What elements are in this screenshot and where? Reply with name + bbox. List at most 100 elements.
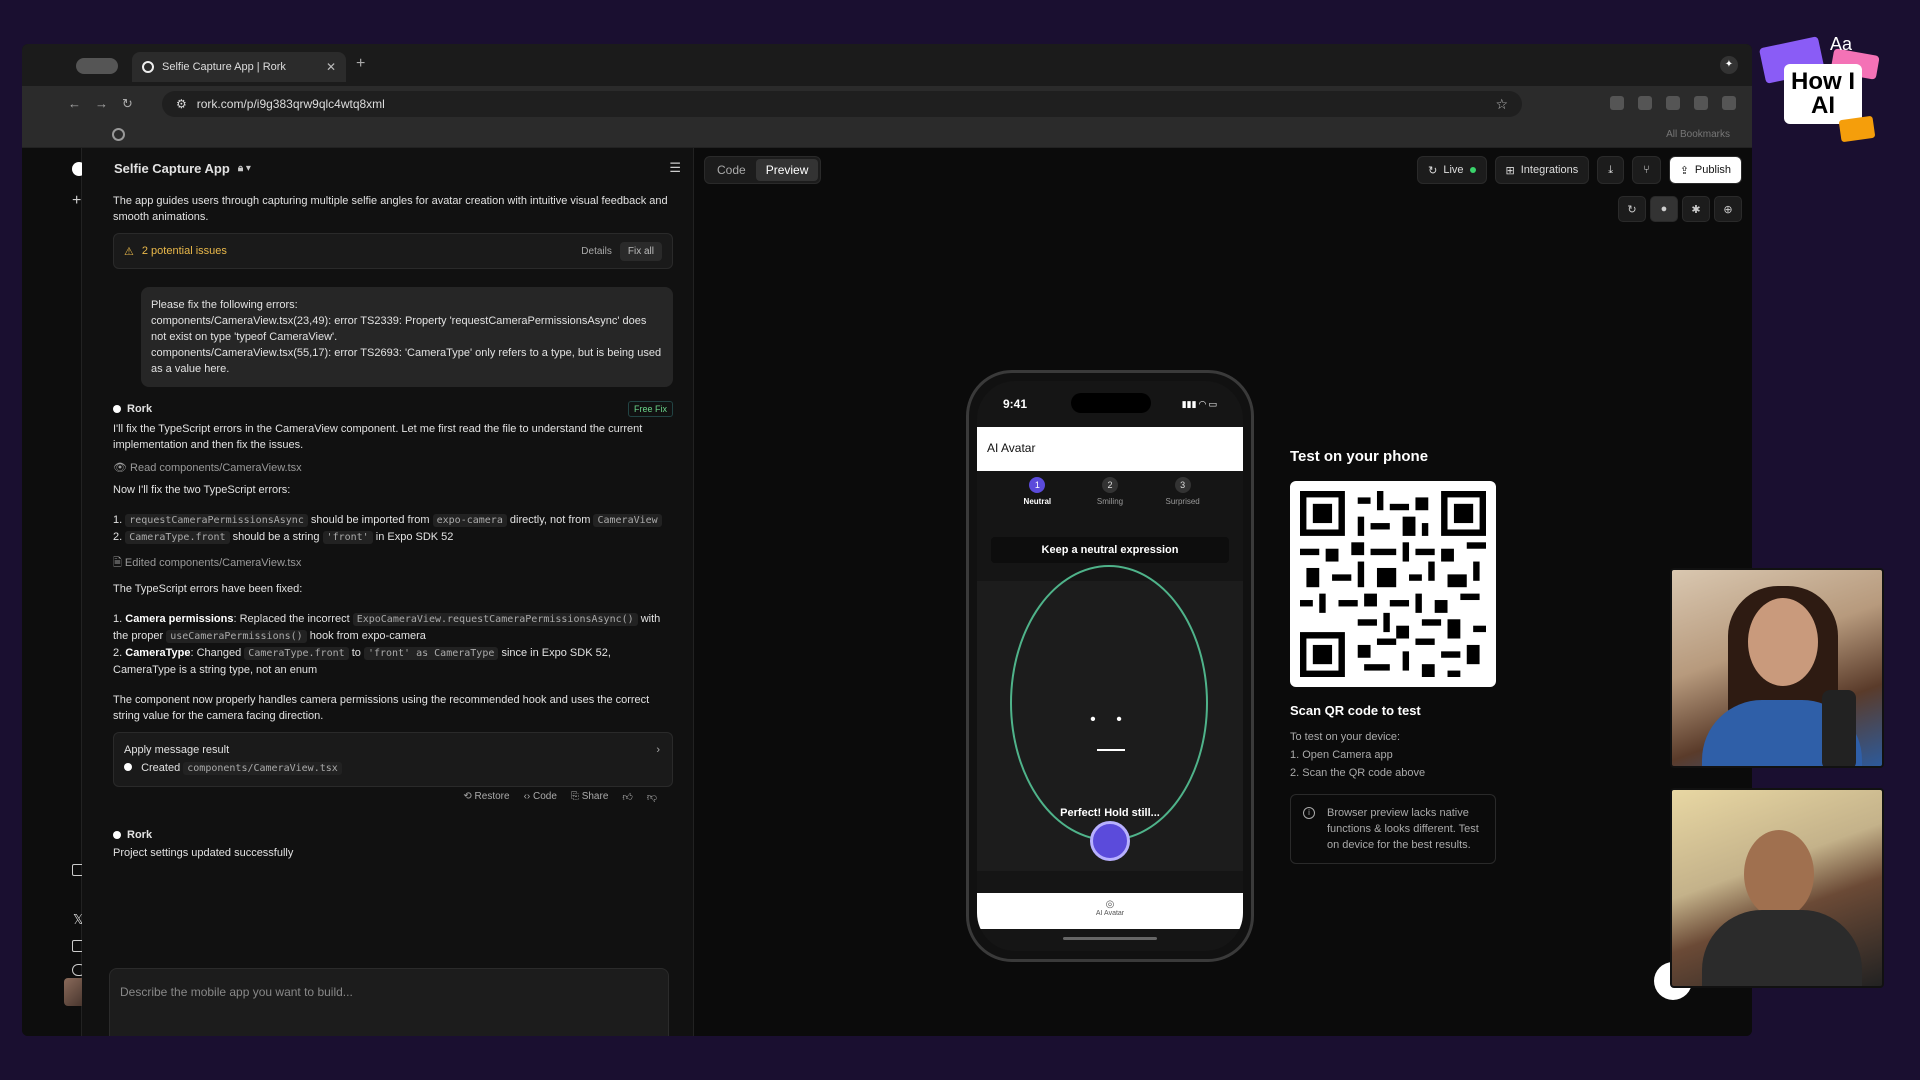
forward-icon[interactable]: → <box>95 96 108 112</box>
left-rail: + 𝕏 <box>22 148 92 1036</box>
free-fix-badge: Free Fix <box>627 401 673 417</box>
close-tab-icon[interactable]: ✕ <box>326 60 336 74</box>
image-attach-icon[interactable]: ▣ <box>122 1034 133 1036</box>
refresh-icon[interactable]: ↻ <box>1618 196 1646 222</box>
tab-title: Selfie Capture App | Rork <box>162 61 286 73</box>
extension-icon[interactable] <box>1638 96 1652 110</box>
new-tab-icon[interactable]: + <box>356 55 365 73</box>
qr-panel: Test on your phone Scan QR code to test … <box>1290 448 1510 864</box>
browser-preview-note: i Browser preview lacks native functions… <box>1290 794 1496 864</box>
step-label: Smiling <box>1096 497 1124 506</box>
chart-card-decoration <box>1838 115 1876 143</box>
browser-window: Selfie Capture App | Rork ✕ + ✦ ← → ↻ ⚙ … <box>22 44 1752 1036</box>
issues-bar[interactable]: ⚠ 2 potential issues Details Fix all <box>113 233 673 269</box>
assistant-label: Rork <box>127 403 153 415</box>
details-button[interactable]: Details <box>581 246 612 257</box>
guest-face <box>1744 830 1814 918</box>
inline-code: CameraType.front <box>125 531 230 544</box>
more-menu-icon[interactable] <box>1722 96 1736 110</box>
phone-mockup: 9:41 ▮▮▮ ◠ ▭ AI Avatar 1 Neutral 2 Smili… <box>966 370 1254 962</box>
qr-code <box>1290 481 1496 687</box>
integrations-button[interactable]: ⊞ Integrations <box>1494 156 1590 184</box>
new-project-icon[interactable]: + <box>72 192 81 210</box>
fix-two-text: Now I'll fix the two TypeScript errors: <box>113 484 291 496</box>
branch-button[interactable]: ⑂ <box>1632 156 1661 184</box>
live-button[interactable]: ↻ Live <box>1417 156 1487 184</box>
phone-time: 9:41 <box>1003 397 1028 411</box>
browser-tab[interactable]: Selfie Capture App | Rork ✕ <box>132 52 346 82</box>
prompt-input[interactable]: Describe the mobile app you want to buil… <box>109 968 669 1036</box>
android-icon[interactable]: ✱ <box>1682 196 1710 222</box>
publish-button[interactable]: ⇪ Publish <box>1668 156 1742 184</box>
created-file: components/CameraView.tsx <box>183 762 342 775</box>
url-text: rork.com/p/i9g383qrw9qlc4wtq8xml <box>196 97 385 111</box>
chat-panel: Selfie Capture App 🔒︎ ▾ ☰ The app guides… <box>82 148 694 1036</box>
inline-code: 'front' <box>322 531 373 544</box>
integrations-label: Integrations <box>1520 164 1579 176</box>
item-number: 1. <box>113 514 123 526</box>
read-file-label: Read components/CameraView.tsx <box>130 462 302 474</box>
face-guide-oval <box>1010 565 1208 841</box>
user-message-line: components/CameraView.tsx(55,17): error … <box>151 347 662 375</box>
restore-button[interactable]: ⟲ Restore <box>463 791 509 803</box>
sparkle-icon[interactable]: ✦ <box>1720 56 1738 74</box>
profile-icon[interactable] <box>1694 96 1708 110</box>
list-menu-icon[interactable]: ☰ <box>669 160 681 176</box>
item-number: 2. <box>113 531 123 543</box>
item-text: directly, not from <box>509 514 591 526</box>
thumbs-up-icon[interactable]: 👍︎ <box>622 791 632 803</box>
rork-dot-icon <box>113 405 121 413</box>
extension-icon[interactable] <box>1610 96 1624 110</box>
address-bar[interactable]: ⚙ rork.com/p/i9g383qrw9qlc4wtq8xml ☆ <box>162 91 1522 117</box>
bookmark-star-icon[interactable]: ☆ <box>1495 96 1508 113</box>
fix-all-button[interactable]: Fix all <box>619 241 662 261</box>
reload-icon[interactable]: ↻ <box>122 96 133 112</box>
back-icon[interactable]: ← <box>68 96 81 112</box>
face-eyes-icon: • • <box>1090 711 1130 728</box>
thumbs-down-icon[interactable]: 👎︎ <box>647 791 657 803</box>
capture-button[interactable] <box>1090 821 1130 861</box>
apply-result-card[interactable]: Apply message result Created components/… <box>113 732 673 787</box>
download-button[interactable]: ⤓ <box>1597 156 1625 184</box>
edited-file-label: Edited components/CameraView.tsx <box>124 557 302 569</box>
apple-icon[interactable]: ● <box>1650 196 1678 222</box>
tab-group-pill[interactable] <box>76 58 118 74</box>
all-bookmarks[interactable]: All Bookmarks <box>1666 129 1730 140</box>
phone-tab-bar[interactable]: ◎ AI Avatar <box>977 893 1243 929</box>
item-text: to <box>351 647 361 659</box>
extension-icon[interactable] <box>1666 96 1680 110</box>
site-info-icon[interactable]: ⚙ <box>176 97 187 111</box>
bookmark-globe-icon[interactable] <box>112 128 125 141</box>
share-button[interactable]: ⎘ Share <box>571 791 608 803</box>
warning-icon: ⚠ <box>124 245 134 258</box>
inline-code: CameraView <box>593 514 662 527</box>
nav-buttons: ← → ↻ <box>68 96 133 112</box>
bookmarks-bar: All Bookmarks <box>22 122 1752 148</box>
fix-item: 2. CameraType: Changed CameraType.front … <box>113 645 673 678</box>
user-message-line: Please fix the following errors: <box>151 299 298 311</box>
share-label: Share <box>581 791 609 802</box>
face-mouth-icon <box>1097 749 1125 751</box>
created-dot-icon <box>124 763 132 771</box>
assistant-name: Rork Free Fix <box>113 401 673 417</box>
tab-preview[interactable]: Preview <box>755 159 819 181</box>
item-text: in Expo SDK 52 <box>375 531 454 543</box>
project-title[interactable]: Selfie Capture App <box>114 161 230 176</box>
code-button[interactable]: ‹› Code <box>524 791 557 803</box>
phone-screen: 9:41 ▮▮▮ ◠ ▭ AI Avatar 1 Neutral 2 Smili… <box>977 381 1243 951</box>
chevron-right-icon[interactable]: › <box>656 741 660 759</box>
web-globe-icon[interactable]: ⊕ <box>1714 196 1742 222</box>
step-smiling: 2 Smiling <box>1080 477 1140 506</box>
live-label: Live <box>1443 164 1464 176</box>
lock-icon: 🔒︎ ▾ <box>237 162 251 174</box>
instruction-banner: Keep a neutral expression <box>991 537 1229 563</box>
show-logo: Aa How I AI <box>1758 34 1888 152</box>
item-bold: CameraType <box>125 647 191 659</box>
created-label: Created <box>141 762 181 774</box>
inline-code: CameraType.front <box>244 647 349 660</box>
assistant-name: Rork <box>113 829 673 841</box>
options-icon[interactable]: ⓘ ▾ <box>151 1034 172 1036</box>
qr-subtitle: Scan QR code to test <box>1290 703 1421 718</box>
tab-code[interactable]: Code <box>707 159 756 181</box>
reply-text: I'll fix the TypeScript errors in the Ca… <box>113 423 643 451</box>
